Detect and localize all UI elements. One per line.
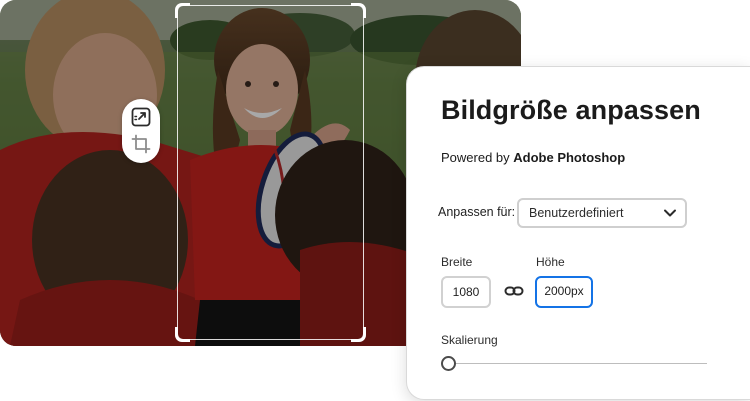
tool-palette [122, 99, 160, 163]
height-field[interactable]: 2000px [535, 276, 593, 308]
crop-handle-top-left[interactable] [175, 3, 190, 18]
scale-slider-thumb[interactable] [441, 356, 456, 371]
height-label: Höhe [536, 255, 565, 269]
dialog-title: Bildgröße anpassen [441, 95, 701, 125]
resize-icon [131, 107, 151, 127]
crop-frame[interactable] [175, 3, 366, 342]
scale-label: Skalierung [441, 333, 498, 347]
scale-slider-track[interactable] [453, 363, 707, 364]
fit-for-selected-value: Benutzerdefiniert [529, 206, 624, 220]
crop-handle-bottom-right[interactable] [351, 327, 366, 342]
promo-stage: Bildgröße anpassen Powered by Adobe Phot… [0, 0, 750, 401]
powered-by-text: Powered by Adobe Photoshop [441, 150, 625, 165]
resize-dialog: Bildgröße anpassen Powered by Adobe Phot… [406, 66, 750, 400]
width-label: Breite [441, 255, 473, 269]
fit-for-label: Anpassen für: [438, 205, 516, 219]
chevron-down-icon [664, 209, 676, 217]
powered-prefix: Powered by [441, 150, 514, 165]
crop-handle-top-right[interactable] [351, 3, 366, 18]
crop-tool-button[interactable] [130, 133, 152, 155]
width-field[interactable]: 1080 [441, 276, 491, 308]
fit-for-dropdown[interactable]: Benutzerdefiniert [517, 198, 687, 228]
crop-handle-bottom-left[interactable] [175, 327, 190, 342]
powered-brand: Adobe Photoshop [513, 150, 626, 165]
link-aspect-icon[interactable] [504, 284, 524, 298]
resize-tool-button[interactable] [130, 106, 152, 128]
crop-icon [131, 134, 151, 154]
